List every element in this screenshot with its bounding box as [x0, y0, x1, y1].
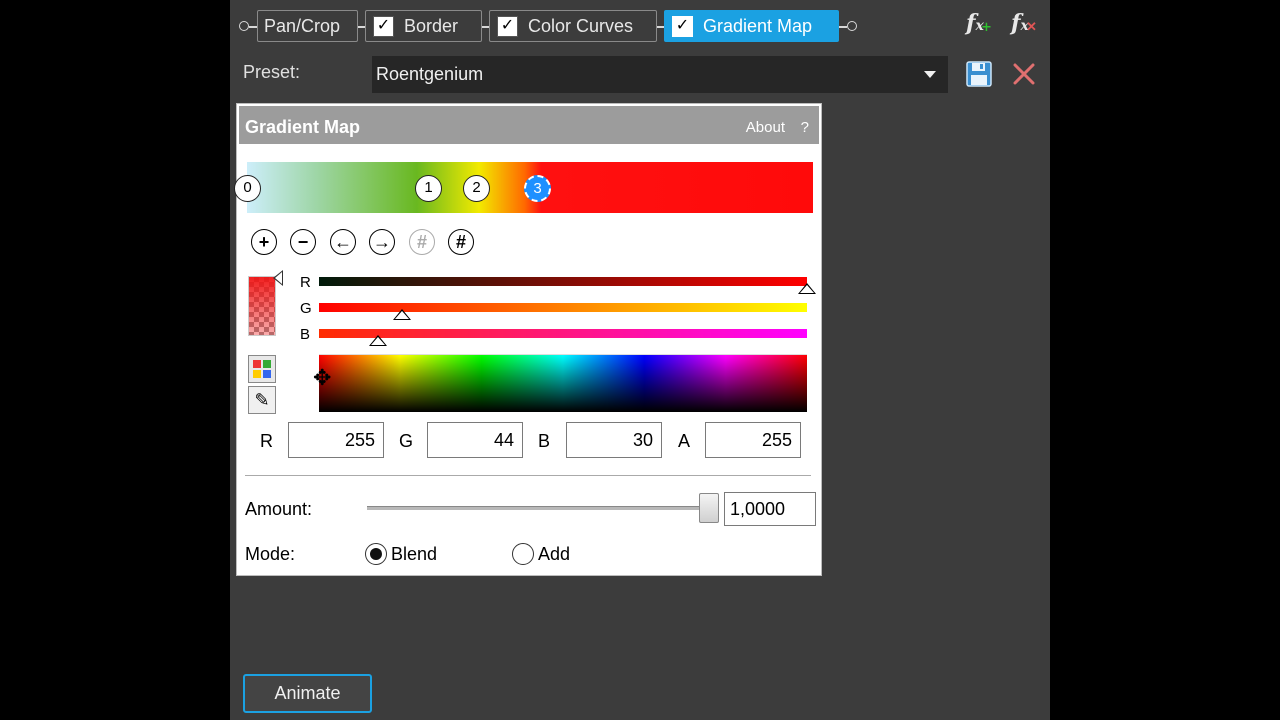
channel-label-b: B	[300, 326, 311, 343]
remove-stop-icon[interactable]: −	[290, 229, 316, 255]
gradient-stop[interactable]: 1	[415, 175, 442, 202]
gradient-stop[interactable]: 0	[234, 175, 261, 202]
r-value-label: R	[260, 431, 273, 451]
chain-start-node	[239, 21, 249, 31]
a-value-label: A	[678, 431, 691, 451]
preset-label: Preset:	[243, 62, 301, 82]
gradient-bar[interactable]: 0 1 2 3	[234, 162, 813, 213]
animate-button[interactable]: Animate	[243, 674, 372, 713]
panel-header: Gradient Map About ?	[239, 106, 819, 144]
g-value-input[interactable]: 44	[427, 422, 523, 458]
fx-add-icon[interactable]: fx +	[966, 10, 992, 36]
tab-pan-crop[interactable]: Pan/Crop	[257, 10, 358, 42]
chain-end-node	[847, 21, 857, 31]
color-swatch	[248, 276, 276, 336]
amount-slider-thumb[interactable]	[699, 493, 719, 523]
amount-slider[interactable]	[367, 506, 709, 510]
help-link[interactable]: ?	[801, 119, 809, 136]
preset-dropdown[interactable]: Roentgenium	[372, 56, 948, 93]
add-stop-icon[interactable]: +	[251, 229, 277, 255]
channel-label-r: R	[300, 274, 311, 291]
eyedropper-icon[interactable]: ✎	[248, 386, 276, 414]
red-slider-thumb[interactable]	[798, 283, 816, 294]
radio-label: Blend	[391, 543, 438, 564]
tab-label: Color Curves	[528, 16, 634, 36]
reverse-icon[interactable]: #	[448, 229, 474, 255]
chevron-down-icon	[924, 71, 936, 78]
blue-channel-slider[interactable]	[319, 329, 807, 346]
tab-gradient-map[interactable]: ✓ Gradient Map	[664, 10, 839, 42]
tab-color-curves[interactable]: ✓ Color Curves	[489, 10, 657, 42]
chain-connector	[839, 26, 847, 28]
distribute-icon: #	[409, 229, 435, 255]
border-enable-checkbox[interactable]: ✓	[373, 15, 394, 37]
color-spectrum[interactable]	[319, 354, 807, 412]
fx-remove-icon[interactable]: fx ✕	[1011, 10, 1037, 36]
chain-connector	[249, 26, 257, 28]
a-value-input[interactable]: 255	[705, 422, 801, 458]
swatch-pointer-icon	[273, 270, 283, 286]
amount-input[interactable]: 1,0000	[724, 492, 816, 526]
radio-indicator	[365, 543, 387, 565]
mode-label: Mode:	[245, 544, 296, 564]
amount-label: Amount:	[245, 499, 313, 519]
move-left-icon[interactable]: ←	[330, 229, 356, 255]
g-value-label: G	[399, 431, 414, 451]
blue-slider-thumb[interactable]	[368, 335, 387, 346]
close-icon[interactable]	[1011, 61, 1037, 87]
red-channel-slider[interactable]	[319, 277, 816, 294]
gradient-stop-selected[interactable]: 3	[524, 175, 551, 202]
tab-label: Pan/Crop	[264, 16, 341, 36]
mode-blend-radio[interactable]: Blend	[365, 543, 437, 565]
channel-label-g: G	[300, 300, 312, 317]
green-slider-thumb[interactable]	[392, 309, 411, 320]
tab-label: Gradient Map	[703, 16, 813, 36]
chain-connector	[657, 26, 664, 28]
gradient-stop[interactable]: 2	[463, 175, 490, 202]
panel-title: Gradient Map	[245, 117, 361, 137]
floppy-disk-icon[interactable]	[966, 61, 992, 87]
gradient-map-panel: Gradient Map About ? 0 1 2 3 + − ← → # #…	[234, 103, 822, 576]
green-channel-slider[interactable]	[319, 303, 807, 320]
mode-add-radio[interactable]: Add	[512, 543, 570, 565]
b-value-label: B	[538, 431, 551, 451]
about-link[interactable]: About	[746, 119, 785, 136]
preset-value: Roentgenium	[376, 64, 484, 84]
video-fx-window: Pan/Crop ✓ Border ✓ Color Curves ✓ Gradi…	[230, 0, 1050, 720]
crosshair-icon: ✥	[313, 365, 332, 390]
tab-border[interactable]: ✓ Border	[365, 10, 482, 42]
radio-indicator	[512, 543, 534, 565]
gradient-map-enable-checkbox[interactable]: ✓	[672, 15, 693, 37]
divider	[245, 475, 811, 476]
color-curves-enable-checkbox[interactable]: ✓	[497, 15, 518, 37]
radio-label: Add	[538, 543, 571, 564]
chain-connector	[482, 26, 489, 28]
tab-label: Border	[404, 16, 459, 36]
b-value-input[interactable]: 30	[566, 422, 662, 458]
r-value-input[interactable]: 255	[288, 422, 384, 458]
palette-icon[interactable]	[248, 355, 276, 383]
chain-connector	[358, 26, 365, 28]
move-right-icon[interactable]: →	[369, 229, 395, 255]
